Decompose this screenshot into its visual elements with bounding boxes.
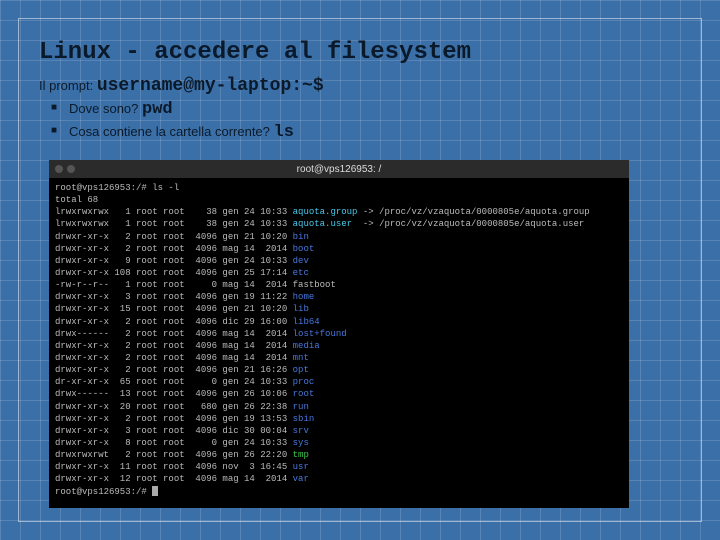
window-dot	[55, 165, 63, 173]
window-dot	[67, 165, 75, 173]
prompt-value: username@my-laptop:~$	[97, 76, 324, 96]
terminal-title: root@vps126953: /	[297, 164, 382, 175]
bullet-item: Cosa contiene la cartella corrente? ls	[51, 123, 681, 142]
bullet-list: Dove sono? pwd Cosa contiene la cartella…	[39, 100, 681, 142]
bullet-text: Cosa contiene la cartella corrente?	[69, 124, 270, 139]
prompt-label: Il prompt:	[39, 78, 93, 93]
slide-frame: Linux - accedere al filesystem Il prompt…	[18, 18, 702, 522]
terminal-window: root@vps126953: / root@vps126953:/# ls -…	[49, 160, 629, 508]
terminal-titlebar: root@vps126953: /	[49, 160, 629, 178]
terminal-body: root@vps126953:/# ls -l total 68 lrwxrwx…	[49, 178, 629, 508]
bullet-text: Dove sono?	[69, 101, 138, 116]
prompt-line: Il prompt: username@my-laptop:~$	[39, 76, 681, 96]
window-controls	[55, 165, 75, 173]
bullet-cmd: ls	[274, 123, 294, 142]
slide-title: Linux - accedere al filesystem	[39, 39, 681, 66]
bullet-cmd: pwd	[142, 100, 173, 119]
bullet-item: Dove sono? pwd	[51, 100, 681, 119]
